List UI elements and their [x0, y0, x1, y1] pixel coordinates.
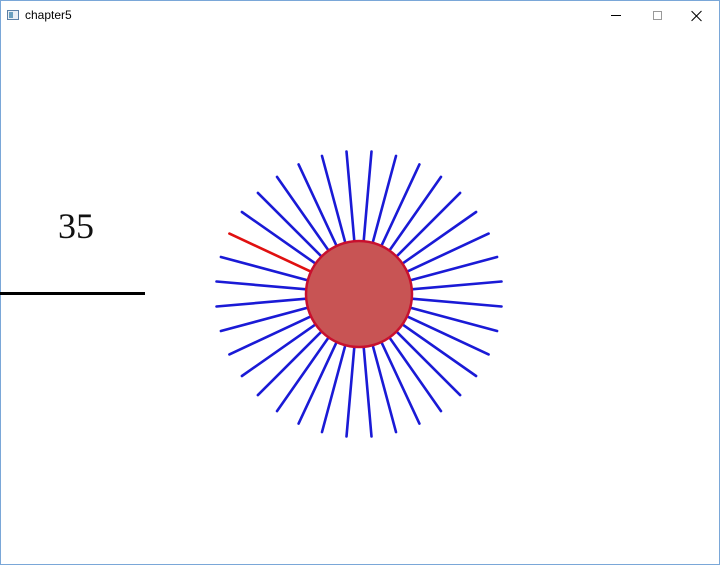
pin: [362, 342, 373, 438]
pin: [320, 340, 348, 434]
pin: [256, 328, 325, 397]
pin: [345, 150, 356, 246]
pin: [219, 255, 313, 283]
pin: [407, 297, 503, 308]
pin: [362, 150, 373, 246]
pin: [405, 305, 499, 333]
rotating-core: [304, 239, 414, 349]
game-canvas[interactable]: [0, 0, 720, 565]
pin: [370, 154, 398, 247]
pin: [256, 191, 325, 260]
pin: [393, 191, 462, 260]
pin: [215, 280, 311, 291]
pin: [370, 340, 398, 434]
pin: [320, 154, 348, 247]
pin: [219, 305, 313, 333]
pin: [345, 342, 356, 438]
pin: [405, 255, 499, 283]
pin: [393, 328, 462, 397]
pin: [215, 297, 311, 308]
pin: [407, 280, 503, 291]
